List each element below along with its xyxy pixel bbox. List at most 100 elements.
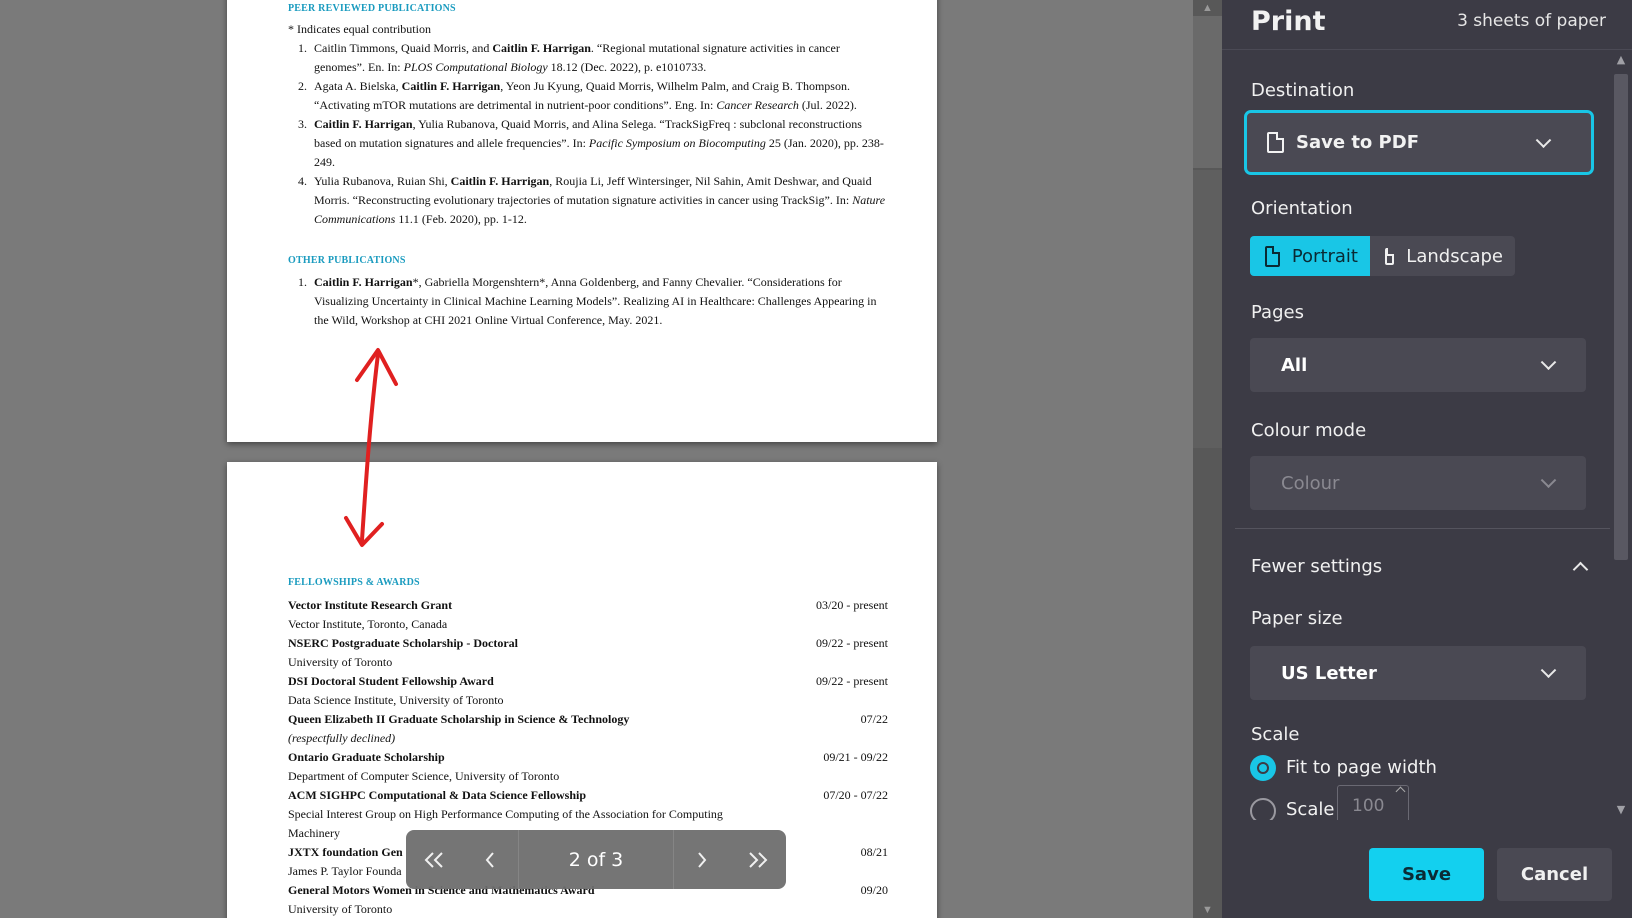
publication-authors: Agata A. Bielska, bbox=[314, 79, 402, 93]
portrait-page-icon bbox=[1265, 245, 1280, 267]
publication-item: 3. Caitlin F. Harrigan, Yulia Rubanova, Q… bbox=[288, 115, 888, 172]
highlighted-author: Caitlin F. Harrigan bbox=[314, 275, 413, 289]
chevron-left-icon bbox=[485, 851, 494, 868]
publication-number: 1. bbox=[298, 275, 307, 289]
scroll-up-arrow-icon[interactable]: ▲ bbox=[1193, 0, 1222, 16]
publication-number: 4. bbox=[298, 174, 307, 188]
stepper-up-icon[interactable] bbox=[1395, 786, 1406, 797]
paper-size-select[interactable]: US Letter bbox=[1250, 646, 1586, 700]
peer-reviewed-list: 1. Caitlin Timmons, Quaid Morris, and Cai… bbox=[288, 39, 888, 229]
last-page-button[interactable] bbox=[730, 830, 786, 889]
award-institution: Data Science Institute, University of To… bbox=[288, 693, 504, 707]
print-header: Print 3 sheets of paper bbox=[1222, 0, 1632, 50]
fit-to-width-label[interactable]: Fit to page width bbox=[1286, 757, 1437, 778]
award-title: DSI Doctoral Student Fellowship Award bbox=[288, 674, 494, 688]
paper-size-label: Paper size bbox=[1251, 608, 1343, 629]
award-date: 09/21 - 09/22 bbox=[823, 750, 888, 764]
award-title-row: Vector Institute Research Grant 03/20 - p… bbox=[288, 596, 888, 615]
portrait-button[interactable]: Portrait bbox=[1250, 236, 1370, 276]
orientation-label: Orientation bbox=[1251, 198, 1353, 219]
preview-scrollbar[interactable]: ▲ ▼ bbox=[1193, 0, 1222, 918]
scale-input-value: 100 bbox=[1352, 796, 1385, 816]
scale-input[interactable]: 100 bbox=[1337, 785, 1409, 820]
preview-scrollbar-thumb[interactable] bbox=[1193, 170, 1222, 448]
scroll-down-arrow-icon[interactable]: ▼ bbox=[1610, 800, 1632, 820]
award-institution: Vector Institute, Toronto, Canada bbox=[288, 617, 448, 631]
scale-label: Scale bbox=[1251, 724, 1300, 745]
publication-details: 18.12 (Dec. 2022), p. e1010733. bbox=[547, 60, 707, 74]
award-title: ACM SIGHPC Computational & Data Science … bbox=[288, 788, 586, 802]
destination-label: Destination bbox=[1251, 80, 1355, 101]
chevron-up-icon[interactable] bbox=[1572, 561, 1589, 578]
award-title: Ontario Graduate Scholarship bbox=[288, 750, 445, 764]
landscape-button[interactable]: Landscape bbox=[1370, 236, 1515, 276]
settings-divider bbox=[1235, 528, 1610, 529]
orientation-toggle: Portrait Landscape bbox=[1250, 236, 1515, 276]
preview-page-1: PEER REVIEWED PUBLICATIONS * Indicates e… bbox=[227, 0, 937, 442]
award-date: 07/20 - 07/22 bbox=[823, 788, 888, 802]
settings-scrollbar-thumb[interactable] bbox=[1614, 74, 1628, 560]
destination-select[interactable]: Save to PDF bbox=[1244, 110, 1594, 175]
publication-number: 1. bbox=[298, 41, 307, 55]
chevron-down-icon bbox=[1535, 131, 1552, 148]
colour-mode-select[interactable]: Colour bbox=[1250, 456, 1586, 510]
section-heading-peer-reviewed: PEER REVIEWED PUBLICATIONS bbox=[288, 3, 456, 14]
print-settings-panel: Print 3 sheets of paper Destination Save… bbox=[1222, 0, 1632, 918]
publication-details: (Jul. 2022). bbox=[798, 98, 857, 112]
award-title: Vector Institute Research Grant bbox=[288, 598, 453, 612]
award-title-row: ACM SIGHPC Computational & Data Science … bbox=[288, 786, 888, 805]
award-title: NSERC Postgraduate Scholarship - Doctora… bbox=[288, 636, 518, 650]
chevron-down-icon bbox=[1540, 472, 1557, 489]
award-date: 08/21 bbox=[860, 845, 888, 859]
colour-mode-label: Colour mode bbox=[1251, 420, 1367, 441]
award-title-row: Ontario Graduate Scholarship 09/21 - 09/2… bbox=[288, 748, 888, 767]
colour-mode-value: Colour bbox=[1281, 472, 1340, 494]
chevron-down-icon bbox=[1540, 662, 1557, 679]
fit-to-width-radio[interactable] bbox=[1250, 755, 1276, 781]
publication-item: 1. Caitlin Timmons, Quaid Morris, and Cai… bbox=[288, 39, 888, 77]
chevron-right-icon bbox=[698, 851, 707, 868]
publication-venue: PLOS Computational Biology bbox=[403, 60, 548, 74]
publication-number: 3. bbox=[298, 117, 307, 131]
fewer-settings-toggle[interactable]: Fewer settings bbox=[1251, 556, 1382, 577]
section-heading-other-publications: OTHER PUBLICATIONS bbox=[288, 255, 406, 266]
award-title-row: NSERC Postgraduate Scholarship - Doctora… bbox=[288, 634, 888, 653]
highlighted-author: Caitlin F. Harrigan bbox=[314, 117, 413, 131]
scroll-up-arrow-icon[interactable]: ▲ bbox=[1610, 50, 1632, 70]
highlighted-author: Caitlin F. Harrigan bbox=[401, 79, 501, 93]
pages-label: Pages bbox=[1251, 302, 1304, 323]
award-date: 03/20 - present bbox=[816, 598, 888, 612]
double-chevron-right-icon bbox=[749, 851, 768, 868]
publication-number: 2. bbox=[298, 79, 307, 93]
other-publications-list: 1. Caitlin F. Harrigan*, Gabriella Morgen… bbox=[288, 273, 888, 330]
section-heading-fellowships: FELLOWSHIPS & AWARDS bbox=[288, 577, 420, 588]
publication-authors: Yulia Rubanova, Ruian Shi, bbox=[314, 174, 451, 188]
publication-details: 11.1 (Feb. 2020), pp. 1-12. bbox=[395, 212, 527, 226]
previous-page-button[interactable] bbox=[462, 830, 518, 889]
preview-scrollbar-track-upper[interactable] bbox=[1193, 16, 1222, 168]
settings-scrollbar[interactable]: ▲ ▼ bbox=[1610, 50, 1632, 820]
award-title: JXTX foundation Gen bbox=[288, 845, 403, 859]
award-date: 07/22 bbox=[860, 712, 888, 726]
custom-scale-label[interactable]: Scale bbox=[1286, 799, 1334, 820]
chevron-down-icon bbox=[1540, 354, 1557, 371]
award-title-row: Queen Elizabeth II Graduate Scholarship … bbox=[288, 710, 888, 729]
pages-select[interactable]: All bbox=[1250, 338, 1586, 392]
next-page-button[interactable] bbox=[674, 830, 730, 889]
cancel-button[interactable]: Cancel bbox=[1497, 848, 1612, 901]
publication-item: 4. Yulia Rubanova, Ruian Shi, Caitlin F. … bbox=[288, 172, 888, 229]
annotation-arrow-icon bbox=[344, 348, 398, 547]
first-page-button[interactable] bbox=[406, 830, 462, 889]
print-actions: Save Cancel bbox=[1222, 820, 1632, 918]
double-chevron-left-icon bbox=[424, 851, 443, 868]
landscape-label: Landscape bbox=[1406, 245, 1503, 267]
custom-scale-radio[interactable] bbox=[1250, 798, 1276, 820]
publication-venue: Pacific Symposium on Biocomputing bbox=[588, 136, 766, 150]
scroll-down-arrow-icon[interactable]: ▼ bbox=[1193, 902, 1222, 918]
save-button[interactable]: Save bbox=[1369, 848, 1484, 901]
page-navigator: 2 of 3 bbox=[406, 830, 786, 889]
publication-authors: Caitlin Timmons, Quaid Morris, and bbox=[314, 41, 493, 55]
award-institution: University of Toronto bbox=[288, 655, 393, 669]
settings-scroll-area: Destination Save to PDF Orientation Port… bbox=[1222, 50, 1610, 820]
award-date: 09/22 - present bbox=[816, 636, 888, 650]
